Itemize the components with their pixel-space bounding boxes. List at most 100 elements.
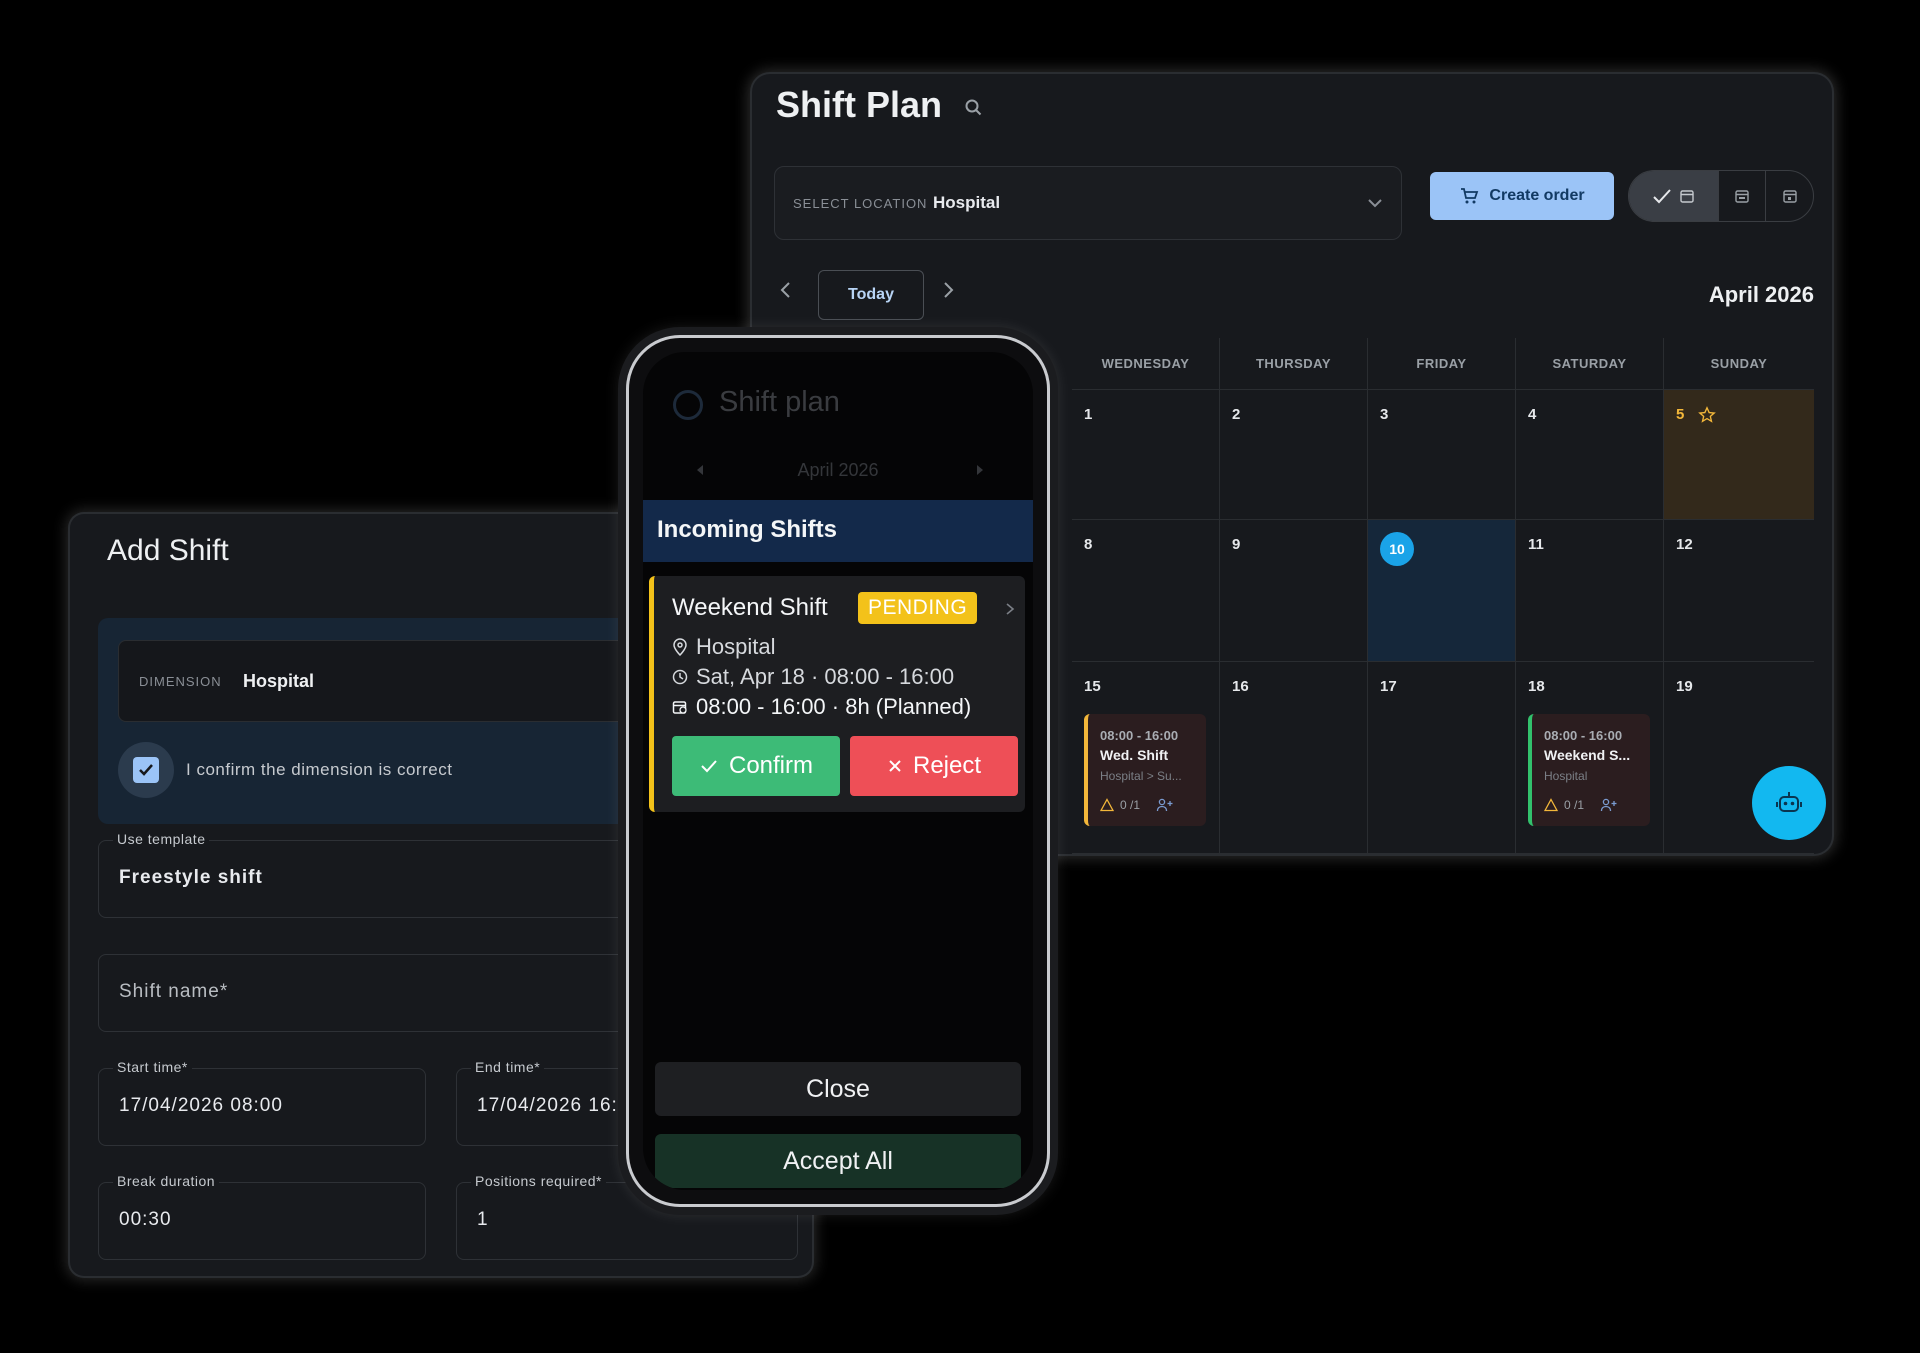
break-duration-label: Break duration xyxy=(113,1173,220,1189)
shift-card[interactable]: 08:00 - 16:00 Wed. Shift Hospital > Su..… xyxy=(1084,714,1206,826)
day-number: 16 xyxy=(1232,678,1249,695)
calendar-day-cell[interactable]: 3 xyxy=(1368,390,1516,520)
assistant-bot-button[interactable] xyxy=(1752,766,1826,840)
view-day-button[interactable] xyxy=(1766,171,1813,221)
shift-location: Hospital > Su... xyxy=(1100,769,1182,783)
calendar-day-cell[interactable]: 16 xyxy=(1220,662,1368,854)
shift-staffing: 0 /1 xyxy=(1544,798,1618,812)
today-button[interactable]: Today xyxy=(818,270,924,320)
caret-right-icon xyxy=(977,465,983,475)
location-select[interactable]: SELECT LOCATION Hospital xyxy=(774,166,1402,240)
check-icon xyxy=(1653,189,1672,204)
status-badge: PENDING xyxy=(858,592,978,624)
shift-time: 08:00 - 16:00 xyxy=(1100,728,1179,743)
shift-datetime-row: Sat, Apr 18 · 08:00 - 16:00 xyxy=(672,664,954,690)
calendar-day-cell-holiday[interactable]: 5 xyxy=(1664,390,1814,520)
robot-icon xyxy=(1776,792,1802,812)
view-week-button[interactable] xyxy=(1719,171,1767,221)
shift-location: Hospital xyxy=(1544,769,1588,783)
day-number: 17 xyxy=(1380,678,1397,695)
day-header: FRIDAY xyxy=(1368,338,1516,390)
calendar-day-cell[interactable]: 18 08:00 - 16:00 Weekend S... Hospital 0… xyxy=(1516,662,1664,854)
cart-icon xyxy=(1461,188,1479,204)
chevron-left-icon[interactable] xyxy=(774,278,798,302)
chevron-right-icon[interactable] xyxy=(936,278,960,302)
calendar-day-cell[interactable]: 1 xyxy=(1072,390,1220,520)
location-value: Hospital xyxy=(933,193,1001,212)
calendar-day-cell[interactable]: 11 xyxy=(1516,520,1664,662)
check-icon xyxy=(701,760,717,773)
accept-all-button[interactable]: Accept All xyxy=(655,1134,1021,1188)
calendar-day-cell[interactable]: 9 xyxy=(1220,520,1368,662)
phone-mockup: Shift plan April 2026 Incoming Shifts We… xyxy=(626,335,1050,1207)
start-time-input[interactable]: Start time* 17/04/2026 08:00 xyxy=(98,1059,426,1146)
end-time-label: End time* xyxy=(471,1059,545,1075)
today-day-number: 10 xyxy=(1380,532,1414,566)
calendar-day-cell[interactable]: 12 xyxy=(1664,520,1814,662)
dimension-value: Hospital xyxy=(243,671,315,691)
day-number: 15 xyxy=(1084,678,1101,695)
shift-planned: 08:00 - 16:00 · 8h (Planned) xyxy=(696,694,972,719)
location-label: SELECT LOCATION xyxy=(793,196,928,211)
reject-button[interactable]: Reject xyxy=(850,736,1018,796)
warning-icon xyxy=(1100,798,1114,812)
current-month: April 2026 xyxy=(1708,282,1814,307)
star-icon xyxy=(1698,406,1716,423)
shift-planned-row: 08:00 - 16:00 · 8h (Planned) xyxy=(672,694,971,720)
shift-datetime: Sat, Apr 18 · 08:00 - 16:00 xyxy=(696,664,955,689)
calendar-day-cell[interactable]: 4 xyxy=(1516,390,1664,520)
shift-card[interactable]: 08:00 - 16:00 Weekend S... Hospital 0 /1 xyxy=(1528,714,1650,826)
break-duration-input[interactable]: Break duration 00:30 xyxy=(98,1173,426,1260)
day-number: 12 xyxy=(1676,536,1693,553)
view-month-button[interactable] xyxy=(1629,171,1719,221)
positions-required-label: Positions required* xyxy=(471,1173,607,1189)
chevron-right-icon[interactable] xyxy=(1004,602,1016,616)
calendar-day-cell[interactable]: 15 08:00 - 16:00 Wed. Shift Hospital > S… xyxy=(1072,662,1220,854)
shift-location: Hospital xyxy=(696,634,776,659)
add-person-icon[interactable] xyxy=(1600,798,1618,812)
app-title: Shift plan xyxy=(719,386,840,418)
location-pin-icon xyxy=(673,638,687,656)
shift-staffing: 0 /1 xyxy=(1100,798,1174,812)
confirm-dimension-label: I confirm the dimension is correct xyxy=(186,760,453,779)
day-header: SUNDAY xyxy=(1664,338,1814,390)
day-number: 18 xyxy=(1528,678,1545,695)
calendar-icon xyxy=(1680,190,1695,203)
incoming-shift-card[interactable]: Weekend Shift PENDING Hospital Sat, Apr … xyxy=(649,576,1025,812)
day-number: 5 xyxy=(1676,406,1685,423)
add-shift-title: Add Shift xyxy=(107,534,229,567)
calendar-day-cell[interactable]: 8 xyxy=(1072,520,1220,662)
close-icon xyxy=(889,760,901,772)
day-number: 3 xyxy=(1380,406,1389,423)
calendar-day-cell[interactable]: 2 xyxy=(1220,390,1368,520)
close-button[interactable]: Close xyxy=(655,1062,1021,1116)
create-order-button[interactable]: Create order xyxy=(1430,172,1614,220)
calendar-day-cell[interactable]: 17 xyxy=(1368,662,1516,854)
day-number: 9 xyxy=(1232,536,1241,553)
search-icon[interactable] xyxy=(962,96,986,120)
incoming-shift-name: Weekend Shift xyxy=(672,594,828,621)
end-time-value: 17/04/2026 16:00 xyxy=(477,1095,641,1116)
confirm-dimension-checkbox[interactable] xyxy=(118,742,174,798)
help-icon xyxy=(673,390,703,420)
chevron-down-icon xyxy=(1368,199,1382,208)
incoming-shifts-header: Incoming Shifts xyxy=(643,500,1033,562)
incoming-shifts-title: Incoming Shifts xyxy=(657,516,837,543)
positions-required-value: 1 xyxy=(477,1209,489,1230)
day-number: 19 xyxy=(1676,678,1693,695)
day-number: 8 xyxy=(1084,536,1093,553)
shift-time: 08:00 - 16:00 xyxy=(1544,728,1623,743)
staffing-count: 0 /1 xyxy=(1564,798,1585,812)
add-person-icon[interactable] xyxy=(1156,798,1174,812)
calendar-day-icon xyxy=(1782,190,1797,203)
calendar-week-icon xyxy=(1735,190,1749,203)
calendar-clock-icon xyxy=(672,701,687,714)
day-number: 1 xyxy=(1084,406,1093,423)
calendar-day-cell-today[interactable]: 10 xyxy=(1368,520,1516,662)
confirm-button[interactable]: Confirm xyxy=(672,736,840,796)
day-number: 2 xyxy=(1232,406,1241,423)
showcase-stage: Shift Plan SELECT LOCATION Hospital Crea… xyxy=(0,0,1920,1353)
start-time-value: 17/04/2026 08:00 xyxy=(119,1095,283,1116)
staffing-count: 0 /1 xyxy=(1120,798,1141,812)
shift-name-placeholder: Shift name* xyxy=(119,981,229,1002)
